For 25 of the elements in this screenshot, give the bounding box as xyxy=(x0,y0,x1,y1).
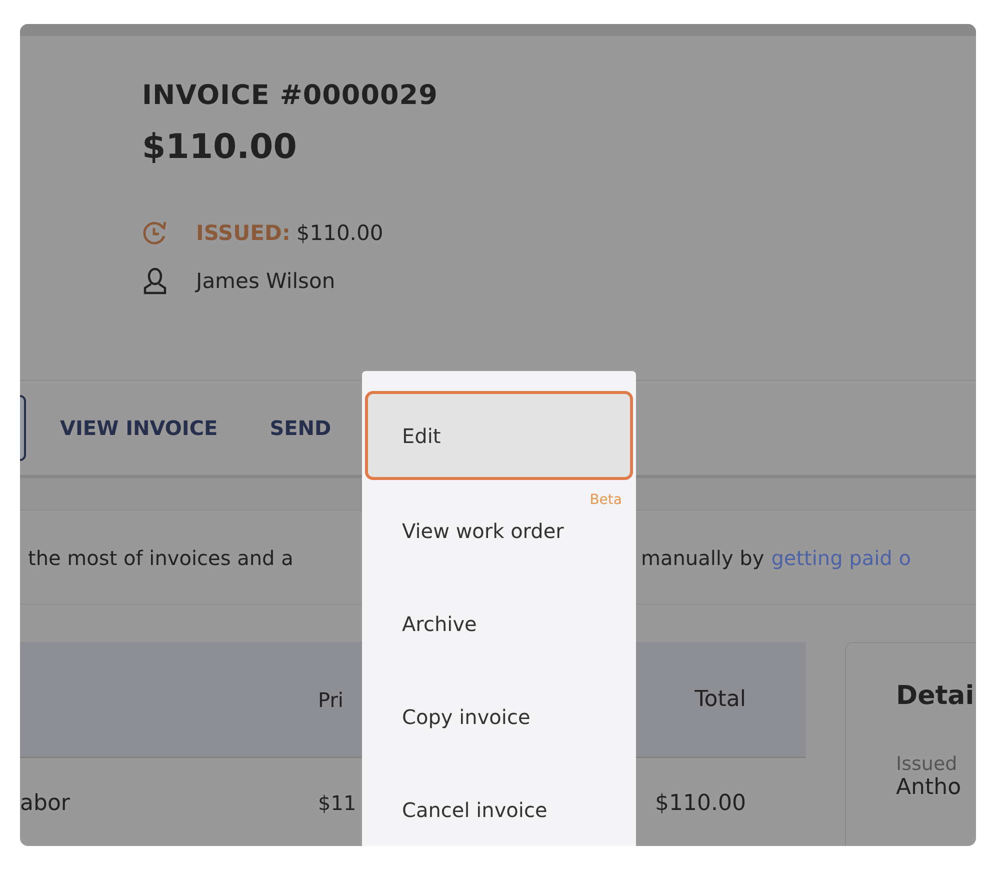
table-cell-text: $110.00 xyxy=(654,790,747,816)
details-label: Issued xyxy=(896,753,958,775)
status-value: $110.00 xyxy=(296,221,384,245)
banner-text: the most of invoices and a xyxy=(28,546,294,570)
menu-item[interactable]: View work order Beta xyxy=(362,484,636,577)
clock-icon xyxy=(142,219,168,247)
menu-item[interactable]: Cancel invoice xyxy=(362,763,636,846)
menu-item[interactable]: Copy invoice xyxy=(362,670,636,763)
invoice-amount: $110.00 xyxy=(142,127,297,167)
table-cell-text: $11 xyxy=(318,791,358,815)
invoice-title: INVOICE #0000029 xyxy=(142,80,438,111)
beta-label: Beta xyxy=(590,492,622,508)
customer-name: James Wilson xyxy=(196,269,336,293)
action-tab[interactable]: VIEW INVOICE xyxy=(60,416,218,440)
details-title: Detai xyxy=(896,681,974,711)
banner-text: manually by xyxy=(641,546,764,570)
column-header: Total xyxy=(694,687,747,712)
status-label: ISSUED: xyxy=(196,221,290,245)
menu-item[interactable]: Edit xyxy=(365,391,633,480)
table-cell-text: abor xyxy=(20,790,71,816)
column-header: Pri xyxy=(318,688,344,712)
action-tab[interactable]: SEND xyxy=(270,416,332,440)
details-value: Antho xyxy=(896,775,962,800)
menu-item[interactable]: Archive xyxy=(362,577,636,670)
person-icon xyxy=(142,267,168,295)
